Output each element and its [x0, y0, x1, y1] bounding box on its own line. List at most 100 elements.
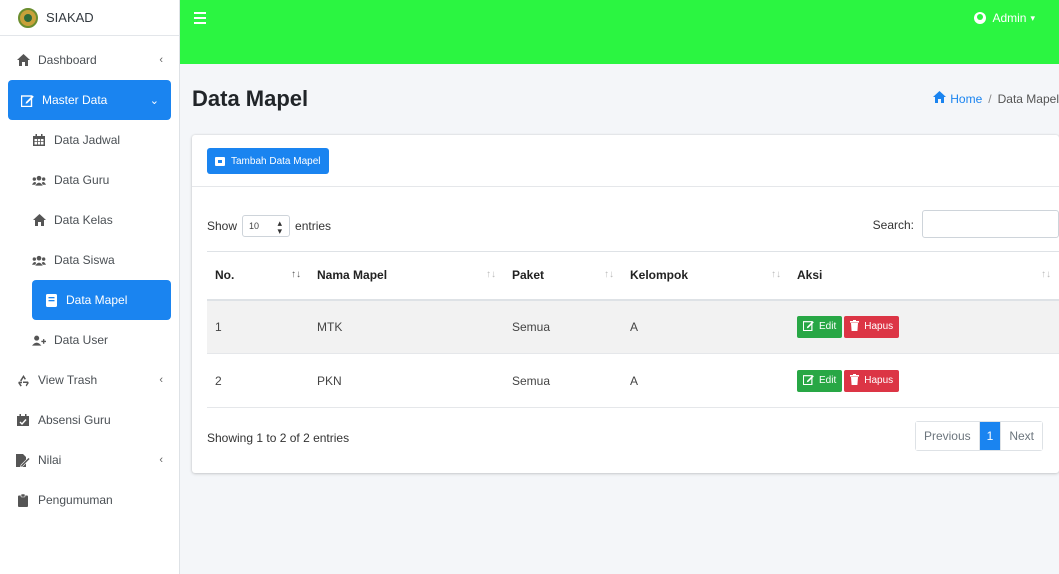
sidebar-item-master-data[interactable]: Master Data ⌄ — [8, 80, 171, 120]
sidebar-item-absensi-guru[interactable]: Absensi Guru — [4, 400, 175, 440]
edit-label: Edit — [819, 321, 837, 333]
add-mapel-label: Tambah Data Mapel — [231, 155, 321, 167]
edit-button[interactable]: Edit — [797, 369, 843, 392]
sort-icon: ↑↓ — [1041, 269, 1051, 280]
chevron-left-icon: ‹ — [159, 454, 163, 466]
edit-icon — [20, 93, 34, 107]
column-header-nama-mapel[interactable]: Nama Mapel ↑↓ — [309, 251, 504, 301]
cell-no: 2 — [207, 353, 309, 408]
users-icon — [32, 173, 46, 187]
column-header-paket[interactable]: Paket ↑↓ — [504, 251, 622, 301]
page-1-button[interactable]: 1 — [978, 422, 1001, 450]
table-info: Showing 1 to 2 of 2 entries — [207, 431, 350, 445]
cell-nama-mapel: PKN — [309, 353, 504, 408]
home-icon — [933, 91, 947, 106]
table-row: 1 MTK Semua A Edit Hapus — [207, 299, 1059, 354]
sidebar-item-data-jadwal[interactable]: Data Jadwal — [4, 120, 175, 160]
breadcrumb-home-link[interactable]: Home — [950, 92, 982, 106]
delete-label: Hapus — [864, 375, 894, 386]
caret-down-icon: ▾ — [1030, 12, 1035, 23]
sidebar-item-label: Data Guru — [54, 173, 110, 187]
calendar-icon — [32, 133, 46, 147]
breadcrumb: Home / Data Mapel — [933, 91, 1059, 106]
page-title: Data Mapel — [192, 86, 309, 111]
card-header: Tambah Data Mapel — [192, 135, 1059, 187]
clipboard-icon — [16, 493, 30, 507]
sidebar-item-pengumuman[interactable]: Pengumuman — [4, 480, 175, 520]
sidebar-item-nilai[interactable]: Nilai ‹ — [4, 440, 175, 480]
trash-icon — [850, 373, 860, 388]
cell-no: 1 — [207, 299, 309, 354]
previous-page-button[interactable]: Previous — [915, 422, 979, 450]
sidebar-item-data-guru[interactable]: Data Guru — [4, 160, 175, 200]
sidebar-item-label: Dashboard — [38, 53, 97, 67]
sidebar-nav: Dashboard ‹ Master Data ⌄ Data Jadwal Da… — [0, 40, 179, 520]
delete-button[interactable]: Hapus — [844, 369, 900, 392]
user-circle-icon — [974, 12, 987, 24]
column-header-kelompok[interactable]: Kelompok ↑↓ — [622, 251, 789, 301]
delete-button[interactable]: Hapus — [844, 315, 900, 338]
user-menu[interactable]: Admin ▾ — [974, 11, 1035, 25]
delete-label: Hapus — [864, 321, 894, 333]
sidebar-item-label: Master Data — [42, 93, 108, 107]
sidebar-item-label: Data Kelas — [54, 213, 113, 227]
add-mapel-button[interactable]: Tambah Data Mapel — [207, 148, 329, 174]
show-label: Show — [207, 219, 238, 233]
sidebar-item-label: Pengumuman — [38, 493, 113, 507]
brand-name: SIAKAD — [46, 10, 94, 25]
cell-aksi: Edit Hapus — [789, 353, 1059, 408]
mapel-table: No. ↑↓ Nama Mapel ↑↓ Paket ↑↓ Kelompok ↑… — [207, 251, 1059, 408]
user-plus-icon — [32, 333, 46, 347]
sidebar-item-label: Data User — [54, 333, 109, 347]
sidebar-item-data-mapel[interactable]: Data Mapel — [32, 280, 171, 320]
edit-icon — [802, 374, 814, 388]
sidebar-item-label: Nilai — [38, 453, 62, 467]
search-label: Search: — [872, 218, 914, 232]
sidebar-item-label: Absensi Guru — [38, 413, 111, 427]
table-row: 2 PKN Semua A Edit Hapus — [207, 353, 1059, 408]
search-input[interactable] — [922, 210, 1059, 238]
sidebar-item-view-trash[interactable]: View Trash ‹ — [4, 360, 175, 400]
file-signature-icon — [16, 453, 30, 467]
entries-value: 10 — [249, 221, 260, 231]
user-name: Admin — [992, 11, 1027, 25]
breadcrumb-separator: / — [988, 91, 992, 106]
cell-paket: Semua — [504, 299, 622, 354]
trash-icon — [850, 319, 860, 334]
recycle-icon — [16, 373, 30, 387]
chevron-down-icon: ⌄ — [149, 94, 159, 107]
edit-button[interactable]: Edit — [797, 315, 843, 338]
users-icon — [32, 253, 46, 267]
column-label: No. — [215, 268, 235, 283]
sidebar-item-label: Data Mapel — [66, 293, 128, 307]
home-icon — [32, 213, 46, 227]
top-navbar: Admin ▾ — [180, 0, 1059, 64]
next-page-button[interactable]: Next — [1000, 422, 1042, 450]
menu-toggle-icon[interactable] — [194, 12, 206, 24]
entries-select[interactable]: 10 ▴ ▾ — [242, 215, 291, 237]
folder-plus-icon — [215, 156, 225, 166]
column-label: Aksi — [797, 268, 823, 283]
sidebar-item-data-siswa[interactable]: Data Siswa — [4, 240, 175, 280]
chevron-left-icon: ‹ — [159, 54, 163, 66]
column-header-no[interactable]: No. ↑↓ — [207, 251, 309, 301]
sort-icon: ↑↓ — [604, 269, 614, 280]
sidebar-item-label: View Trash — [38, 373, 98, 387]
breadcrumb-current: Data Mapel — [997, 91, 1059, 106]
chevron-left-icon: ‹ — [159, 374, 163, 386]
column-header-aksi[interactable]: Aksi ↑↓ — [789, 251, 1059, 301]
sidebar-item-data-kelas[interactable]: Data Kelas — [4, 200, 175, 240]
column-label: Nama Mapel — [317, 268, 388, 283]
sidebar-item-data-user[interactable]: Data User — [4, 320, 175, 360]
sidebar-item-dashboard[interactable]: Dashboard ‹ — [4, 40, 175, 80]
sort-asc-icon: ↑↓ — [291, 269, 301, 280]
home-icon — [16, 53, 30, 67]
brand[interactable]: SIAKAD — [0, 0, 179, 36]
cell-kelompok: A — [622, 353, 789, 408]
cell-nama-mapel: MTK — [309, 299, 504, 354]
column-label: Kelompok — [630, 268, 689, 283]
edit-icon — [802, 320, 814, 334]
sort-icon: ↑↓ — [771, 269, 781, 280]
pagination: Previous 1 Next — [914, 421, 1043, 451]
sort-icon: ↑↓ — [486, 269, 496, 280]
